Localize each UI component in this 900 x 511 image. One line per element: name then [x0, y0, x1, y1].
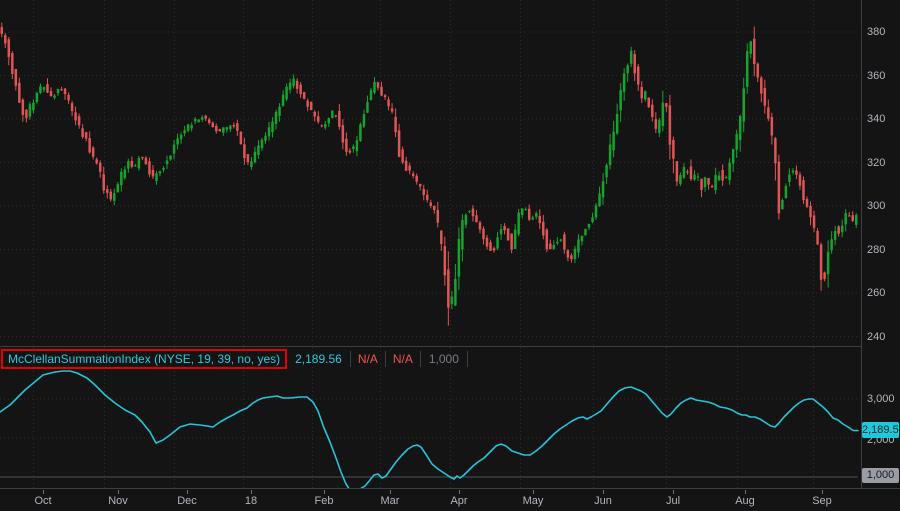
price-axis-tick-360: 360 [867, 70, 885, 82]
indicator-legend-row: McClellanSummationIndex (NYSE, 19, 39, n… [1, 349, 468, 369]
time-axis-label-Aug: Aug [735, 495, 755, 507]
price-candlestick-panel[interactable] [0, 0, 900, 346]
indicator-current-value: 2,189.56 [287, 352, 350, 366]
time-axis-label-18: 18 [245, 495, 257, 507]
separator [467, 351, 468, 367]
time-axis-tick [533, 490, 534, 494]
right-price-axis[interactable]: 3,000 2,000 380360340320300280260240 [861, 0, 900, 488]
charting-app-window: McClellanSummationIndex (NYSE, 19, 39, n… [0, 0, 900, 511]
time-axis-tick [822, 490, 823, 494]
time-axis-label-Feb: Feb [315, 495, 334, 507]
time-axis[interactable]: Oct Nov Dec 18 Feb Mar Apr May Jun Jul Aug Sep [0, 488, 900, 511]
price-axis-tick-240: 240 [867, 331, 885, 343]
time-axis-label-Oct: Oct [34, 495, 51, 507]
price-axis-tick-320: 320 [867, 157, 885, 169]
price-axis-tick-300: 300 [867, 200, 885, 212]
time-axis-label-Dec: Dec [177, 495, 197, 507]
time-axis-label-Sep: Sep [812, 495, 832, 507]
indicator-value-box: 2,189.56 [862, 422, 899, 438]
time-axis-tick [324, 490, 325, 494]
indicator-param-value: 1,000 [421, 352, 467, 366]
indicator-na-value-1: N/A [351, 352, 385, 366]
time-axis-label-May: May [523, 495, 544, 507]
time-axis-tick [43, 490, 44, 494]
time-axis-tick [603, 490, 604, 494]
time-axis-tick [118, 490, 119, 494]
indicator-axis-tick-3000: 3,000 [867, 393, 895, 405]
time-axis-label-Jun: Jun [594, 495, 612, 507]
time-axis-label-Nov: Nov [108, 495, 128, 507]
price-axis-tick-380: 380 [867, 26, 885, 38]
time-axis-tick [251, 490, 252, 494]
indicator-label-selected[interactable]: McClellanSummationIndex (NYSE, 19, 39, n… [1, 349, 287, 369]
price-axis-tick-340: 340 [867, 113, 885, 125]
time-axis-tick [745, 490, 746, 494]
time-axis-tick [673, 490, 674, 494]
price-axis-tick-260: 260 [867, 287, 885, 299]
time-axis-label-Mar: Mar [381, 495, 400, 507]
time-axis-tick [459, 490, 460, 494]
time-axis-label-Apr: Apr [450, 495, 467, 507]
time-axis-label-Jul: Jul [666, 495, 680, 507]
price-axis-tick-280: 280 [867, 244, 885, 256]
time-axis-tick [390, 490, 391, 494]
indicator-level-box: 1,000 [862, 468, 899, 483]
indicator-na-value-2: N/A [386, 352, 420, 366]
time-axis-tick [187, 490, 188, 494]
